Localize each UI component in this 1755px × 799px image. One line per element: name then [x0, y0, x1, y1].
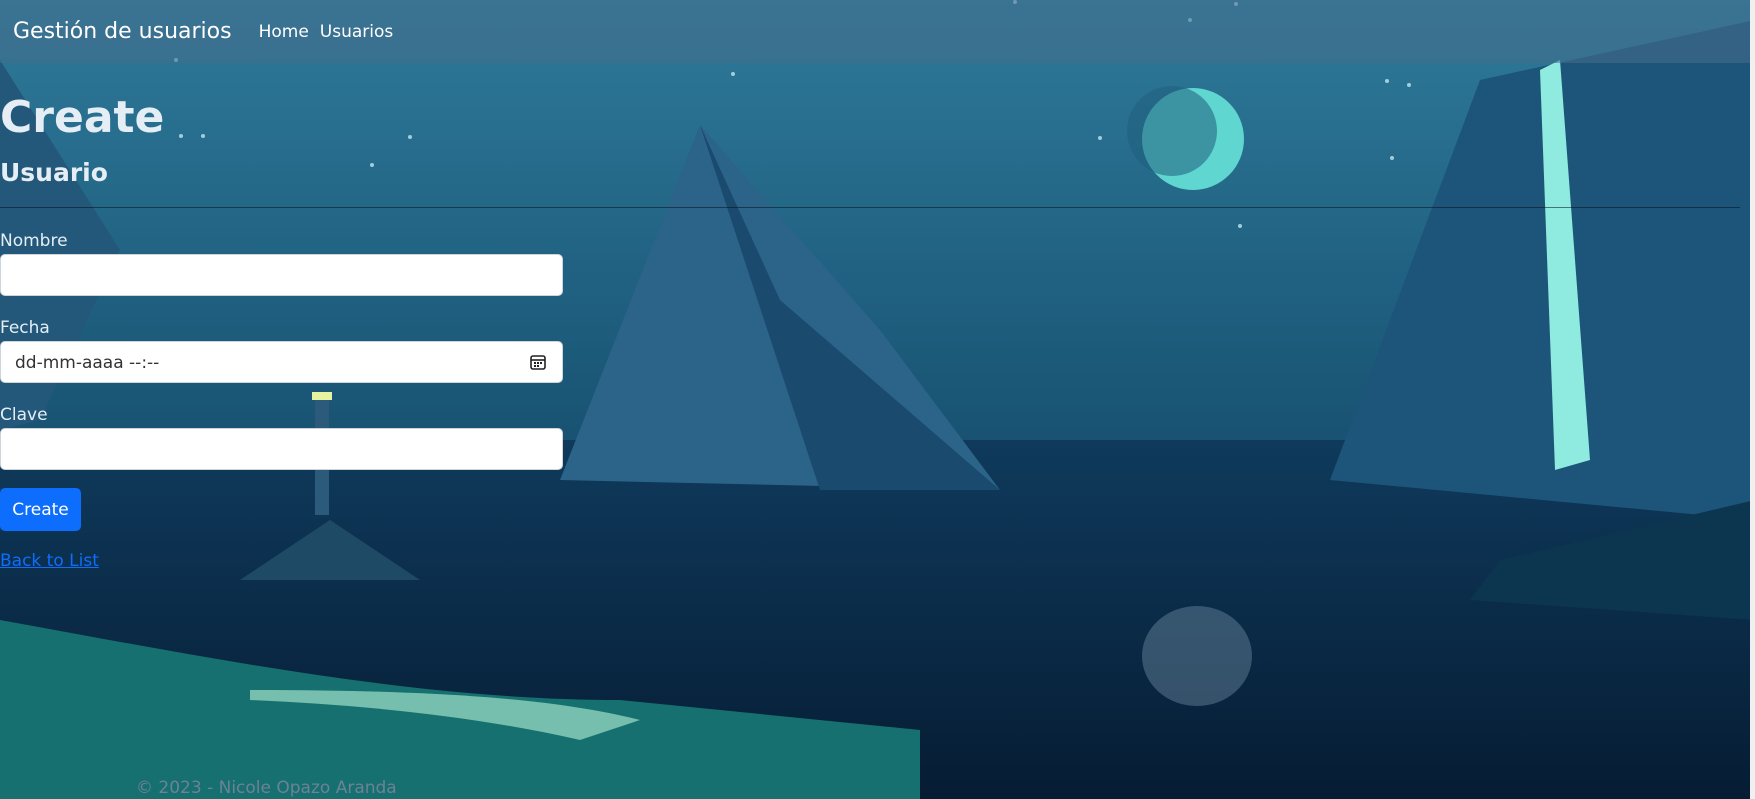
back-to-list-link[interactable]: Back to List	[0, 551, 99, 571]
clave-label: Clave	[0, 405, 48, 425]
nombre-label: Nombre	[0, 231, 68, 251]
divider	[0, 207, 1740, 208]
calendar-icon[interactable]	[530, 354, 546, 370]
nav-link-home[interactable]: Home	[259, 22, 309, 42]
fecha-datetime-input[interactable]: dd-mm-aaaa --:--	[0, 341, 563, 383]
fecha-label: Fecha	[0, 318, 50, 338]
nombre-input[interactable]	[0, 254, 563, 296]
create-button[interactable]: Create	[0, 488, 81, 531]
background-illustration	[0, 0, 1755, 799]
top-navbar: Gestión de usuarios Home Usuarios	[0, 0, 1750, 63]
page-subtitle: Usuario	[0, 158, 108, 187]
page-title: Create	[0, 92, 165, 143]
fecha-placeholder: dd-mm-aaaa --:--	[15, 353, 160, 373]
footer-copyright: © 2023 - Nicole Opazo Aranda	[136, 778, 397, 798]
nav-link-usuarios[interactable]: Usuarios	[320, 22, 393, 42]
right-edge-strip	[1750, 0, 1755, 799]
clave-input[interactable]	[0, 428, 563, 470]
navbar-brand[interactable]: Gestión de usuarios	[13, 19, 232, 44]
